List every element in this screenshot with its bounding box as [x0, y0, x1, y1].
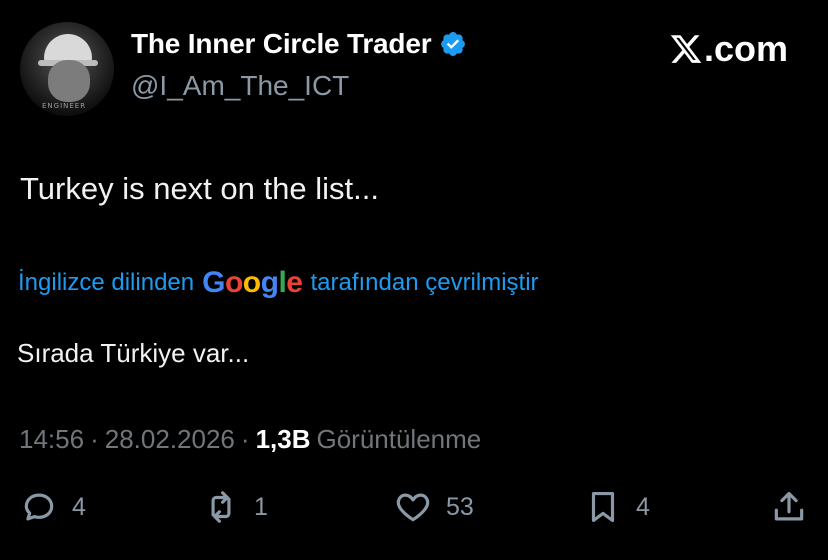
views-label: Görüntülenme — [316, 424, 482, 454]
brand-text: .com — [703, 28, 788, 69]
author-handle[interactable]: @I_Am_The_ICT — [131, 70, 349, 102]
x-logo-icon — [670, 35, 702, 63]
translation-prefix[interactable]: İngilizce dilinden — [18, 269, 194, 297]
like-count: 53 — [446, 492, 474, 521]
tweet-date[interactable]: 28.02.2026 — [105, 424, 235, 455]
tweet-text: Turkey is next on the list... — [20, 171, 379, 206]
share-icon — [774, 491, 804, 521]
repost-icon — [211, 491, 231, 523]
meta-separator: · — [240, 424, 250, 454]
translated-text: Sırada Türkiye var... — [17, 338, 250, 368]
avatar-text: ENGINEER — [42, 102, 87, 110]
display-name[interactable]: The Inner Circle Trader — [131, 28, 432, 60]
heart-icon — [396, 493, 430, 522]
bookmark-count: 4 — [636, 492, 650, 521]
like-button[interactable]: 53 — [394, 488, 474, 526]
reply-count: 4 — [72, 492, 86, 521]
reply-button[interactable]: 4 — [20, 488, 86, 526]
tweet-meta: 14:56 · 28.02.2026 · 1,3B Görüntülenme — [19, 424, 481, 455]
meta-separator: · — [90, 424, 99, 454]
tweet-time[interactable]: 14:56 — [19, 424, 84, 455]
bookmark-button[interactable]: 4 — [584, 488, 650, 526]
translation-suffix[interactable]: tarafından çevrilmiştir — [310, 269, 538, 297]
repost-count: 1 — [254, 492, 268, 521]
author-name-row[interactable]: The Inner Circle Trader — [131, 28, 467, 60]
views-count: 1,3B — [255, 424, 311, 454]
repost-button[interactable]: 1 — [202, 488, 268, 526]
avatar[interactable]: ENGINEER — [20, 22, 114, 116]
action-bar: 4 1 53 4 — [0, 488, 828, 532]
bookmark-icon — [591, 491, 615, 523]
translation-attribution[interactable]: İngilizce dilinden Google tarafından çev… — [18, 266, 539, 300]
verified-badge-icon — [441, 32, 466, 56]
share-button[interactable] — [770, 488, 808, 526]
google-logo-icon: Google — [202, 266, 303, 299]
brand-watermark: .com — [669, 28, 788, 70]
reply-icon — [24, 493, 54, 521]
face-shape — [48, 60, 90, 102]
